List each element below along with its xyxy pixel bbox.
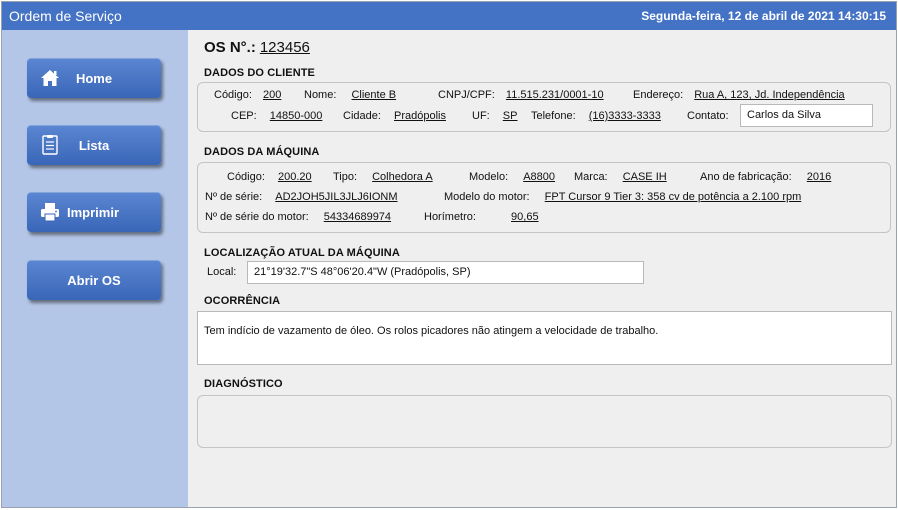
machine-brand-field: Marca: CASE IH bbox=[574, 171, 681, 183]
client-phone-field: Telefone: (16)3333-3333 bbox=[531, 110, 661, 122]
client-code-label: Código: bbox=[214, 89, 252, 101]
machine-year-label: Ano de fabricação: bbox=[700, 171, 792, 183]
list-icon bbox=[39, 134, 61, 156]
engine-model-field: Modelo do motor: FPT Cursor 9 Tier 3: 35… bbox=[444, 191, 809, 203]
home-button-label: Home bbox=[75, 70, 113, 86]
engine-serial-field: Nº de série do motor: 54334689974 bbox=[205, 211, 391, 223]
diagnosis-section-title: DIAGNÓSTICO bbox=[204, 378, 283, 390]
client-section-title: DADOS DO CLIENTE bbox=[204, 67, 315, 79]
client-city-field: Cidade: Pradópolis bbox=[343, 110, 446, 122]
client-cnpj-value: 11.515.231/0001-10 bbox=[505, 89, 604, 101]
client-code-value: 200 bbox=[262, 89, 282, 101]
lista-button[interactable]: Lista bbox=[27, 125, 161, 165]
app-title: Ordem de Serviço bbox=[9, 8, 122, 24]
hourmeter-label: Horímetro: bbox=[424, 211, 476, 223]
machine-brand-value: CASE IH bbox=[622, 171, 667, 183]
client-contact-label: Contato: bbox=[687, 110, 729, 122]
location-label: Local: bbox=[207, 266, 237, 278]
client-city-label: Cidade: bbox=[343, 110, 381, 122]
client-contact-input[interactable]: Carlos da Silva bbox=[740, 104, 873, 127]
machine-section-title: DADOS DA MÁQUINA bbox=[204, 146, 320, 158]
imprimir-button[interactable]: Imprimir bbox=[27, 192, 161, 232]
client-cnpj-field: CNPJ/CPF: 11.515.231/0001-10 bbox=[438, 89, 604, 101]
abrir-os-button[interactable]: Abrir OS bbox=[27, 260, 161, 300]
app-window: Ordem de Serviço Segunda-feira, 12 de ab… bbox=[1, 1, 897, 508]
client-uf-label: UF: bbox=[472, 110, 490, 122]
machine-type-label: Tipo: bbox=[333, 171, 358, 183]
title-bar: Ordem de Serviço Segunda-feira, 12 de ab… bbox=[2, 2, 896, 30]
printer-icon bbox=[39, 201, 61, 223]
client-phone-value: (16)3333-3333 bbox=[588, 110, 661, 122]
os-title: OS N°.: 123456 bbox=[204, 39, 310, 56]
engine-model-value: FPT Cursor 9 Tier 3: 358 cv de potência … bbox=[544, 191, 802, 203]
machine-data-panel: Código: 200.20 Tipo: Colhedora A Modelo:… bbox=[197, 162, 891, 233]
sidebar: Home Lista Imprimir Abrir OS bbox=[2, 30, 188, 507]
client-cep-value: 14850-000 bbox=[269, 110, 323, 122]
occurrence-section-title: OCORRÊNCIA bbox=[204, 295, 281, 307]
machine-type-field: Tipo: Colhedora A bbox=[333, 171, 445, 183]
machine-year-value: 2016 bbox=[806, 171, 832, 183]
main-content: OS N°.: 123456 DADOS DO CLIENTE Código: 2… bbox=[188, 30, 896, 507]
occurrence-textarea[interactable]: Tem indício de vazamento de óleo. Os rol… bbox=[197, 311, 892, 365]
hourmeter-field: Horímetro: 90,65 bbox=[424, 211, 539, 223]
client-uf-field: UF: SP bbox=[472, 110, 517, 122]
client-name-label: Nome: bbox=[304, 89, 337, 101]
machine-code-field: Código: 200.20 bbox=[227, 171, 312, 183]
engine-serial-label: Nº de série do motor: bbox=[205, 211, 309, 223]
location-input[interactable]: 21°19'32.7"S 48°06'20.4"W (Pradópolis, S… bbox=[247, 261, 644, 284]
machine-model-value: A8800 bbox=[523, 171, 556, 183]
location-section-title: LOCALIZAÇÃO ATUAL DA MÁQUINA bbox=[204, 247, 400, 259]
home-button[interactable]: Home bbox=[27, 58, 161, 98]
machine-brand-label: Marca: bbox=[574, 171, 608, 183]
client-address-value: Rua A, 123, Jd. Independência bbox=[694, 89, 845, 101]
client-uf-value: SP bbox=[502, 110, 518, 122]
client-cep-label: CEP: bbox=[231, 110, 257, 122]
home-icon bbox=[39, 67, 61, 89]
client-name-field: Nome: Cliente B bbox=[304, 89, 416, 101]
client-name-value: Cliente B bbox=[351, 89, 397, 101]
client-code-field: Código: 200 bbox=[214, 89, 281, 101]
client-cnpj-label: CNPJ/CPF: bbox=[438, 89, 495, 101]
machine-model-field: Modelo: A8800 bbox=[469, 171, 555, 183]
machine-year-field: Ano de fabricação: 2016 bbox=[700, 171, 831, 183]
hourmeter-value: 90,65 bbox=[511, 211, 539, 223]
machine-model-label: Modelo: bbox=[469, 171, 509, 183]
occurrence-text: Tem indício de vazamento de óleo. Os rol… bbox=[204, 325, 659, 337]
machine-code-value: 200.20 bbox=[277, 171, 312, 183]
client-address-field: Endereço: Rua A, 123, Jd. Independência bbox=[633, 89, 845, 101]
current-datetime: Segunda-feira, 12 de abril de 2021 14:30… bbox=[641, 9, 886, 23]
client-phone-label: Telefone: bbox=[531, 110, 576, 122]
engine-serial-value: 54334689974 bbox=[323, 211, 392, 223]
machine-code-label: Código: bbox=[227, 171, 265, 183]
machine-serial-label: Nº de série: bbox=[205, 191, 263, 203]
diagnosis-textarea[interactable] bbox=[197, 395, 892, 448]
client-address-label: Endereço: bbox=[633, 89, 684, 101]
machine-serial-field: Nº de série: AD2JOH5JIL3JLJ6IONM bbox=[205, 191, 410, 203]
machine-serial-value: AD2JOH5JIL3JLJ6IONM bbox=[275, 191, 398, 203]
engine-model-label: Modelo do motor: bbox=[444, 191, 530, 203]
abrir-os-button-label: Abrir OS bbox=[67, 272, 121, 288]
lista-button-label: Lista bbox=[78, 137, 110, 153]
os-number: 123456 bbox=[259, 39, 310, 56]
imprimir-button-label: Imprimir bbox=[67, 204, 120, 220]
client-city-value: Pradópolis bbox=[393, 110, 446, 122]
os-label: OS N°.: bbox=[204, 39, 256, 56]
machine-type-value: Colhedora A bbox=[372, 171, 433, 183]
client-cep-field: CEP: 14850-000 bbox=[231, 110, 322, 122]
client-data-panel: Código: 200 Nome: Cliente B CNPJ/CPF: 11… bbox=[197, 82, 891, 132]
